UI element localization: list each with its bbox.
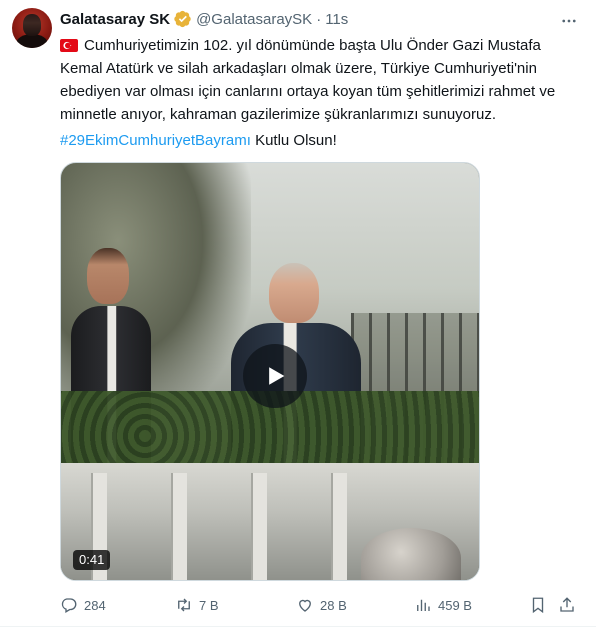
reply-count: 284 — [84, 597, 106, 613]
heart-icon — [299, 599, 311, 612]
hashtag-suffix: Kutlu Olsun! — [250, 132, 337, 149]
view-count: 459 B — [438, 597, 472, 613]
video-balcony-post — [331, 473, 347, 580]
repost-icon — [178, 598, 190, 612]
avatar-face — [23, 14, 41, 36]
share-icon[interactable] — [556, 594, 578, 616]
repost-count: 7 B — [199, 597, 219, 613]
video-player[interactable]: 0:41 — [60, 162, 480, 581]
video-duration: 0:41 — [73, 550, 111, 570]
header-separator: · — [316, 10, 322, 28]
like-count: 28 B — [320, 597, 347, 613]
reply-icon — [61, 598, 77, 613]
user-handle[interactable]: @GalatasaraySK — [196, 11, 312, 28]
reply-button[interactable]: 284 — [60, 594, 106, 616]
hashtag-line: #29EkimCumhuriyetBayramı Kutlu Olsun! — [60, 131, 337, 151]
video-balcony-post — [171, 473, 187, 580]
play-icon[interactable] — [243, 344, 307, 408]
repost-button[interactable]: 7 B — [175, 594, 219, 616]
avatar[interactable] — [12, 8, 52, 48]
video-balcony-post — [251, 473, 267, 580]
like-button[interactable]: 28 B — [296, 594, 347, 616]
views-button[interactable]: 459 B — [414, 594, 472, 616]
tweet-card[interactable]: Galatasaray SK @GalatasaraySK · 11s Cumh… — [0, 0, 596, 627]
tweet-body: Cumhuriyetimizin 102. yıl dönümünde başt… — [60, 37, 556, 123]
tweet-header: Galatasaray SK @GalatasaraySK · 11s — [60, 10, 348, 28]
tweet-text: Cumhuriyetimizin 102. yıl dönümünde başt… — [60, 34, 580, 126]
action-bar: 284 7 B 28 B 459 B — [60, 594, 580, 616]
more-options-icon[interactable] — [556, 8, 582, 34]
views-icon — [417, 599, 430, 611]
video-crowd — [361, 528, 461, 580]
avatar-shoulders — [16, 34, 48, 48]
verified-badge-icon — [174, 10, 192, 28]
video-figure-left-head — [87, 248, 129, 304]
display-name[interactable]: Galatasaray SK — [60, 11, 170, 28]
timestamp[interactable]: 11s — [325, 11, 348, 28]
turkey-flag-icon — [60, 39, 78, 52]
video-figure-center-head — [269, 263, 319, 323]
bookmark-icon[interactable] — [527, 594, 549, 616]
hashtag-link[interactable]: #29EkimCumhuriyetBayramı — [60, 132, 251, 149]
